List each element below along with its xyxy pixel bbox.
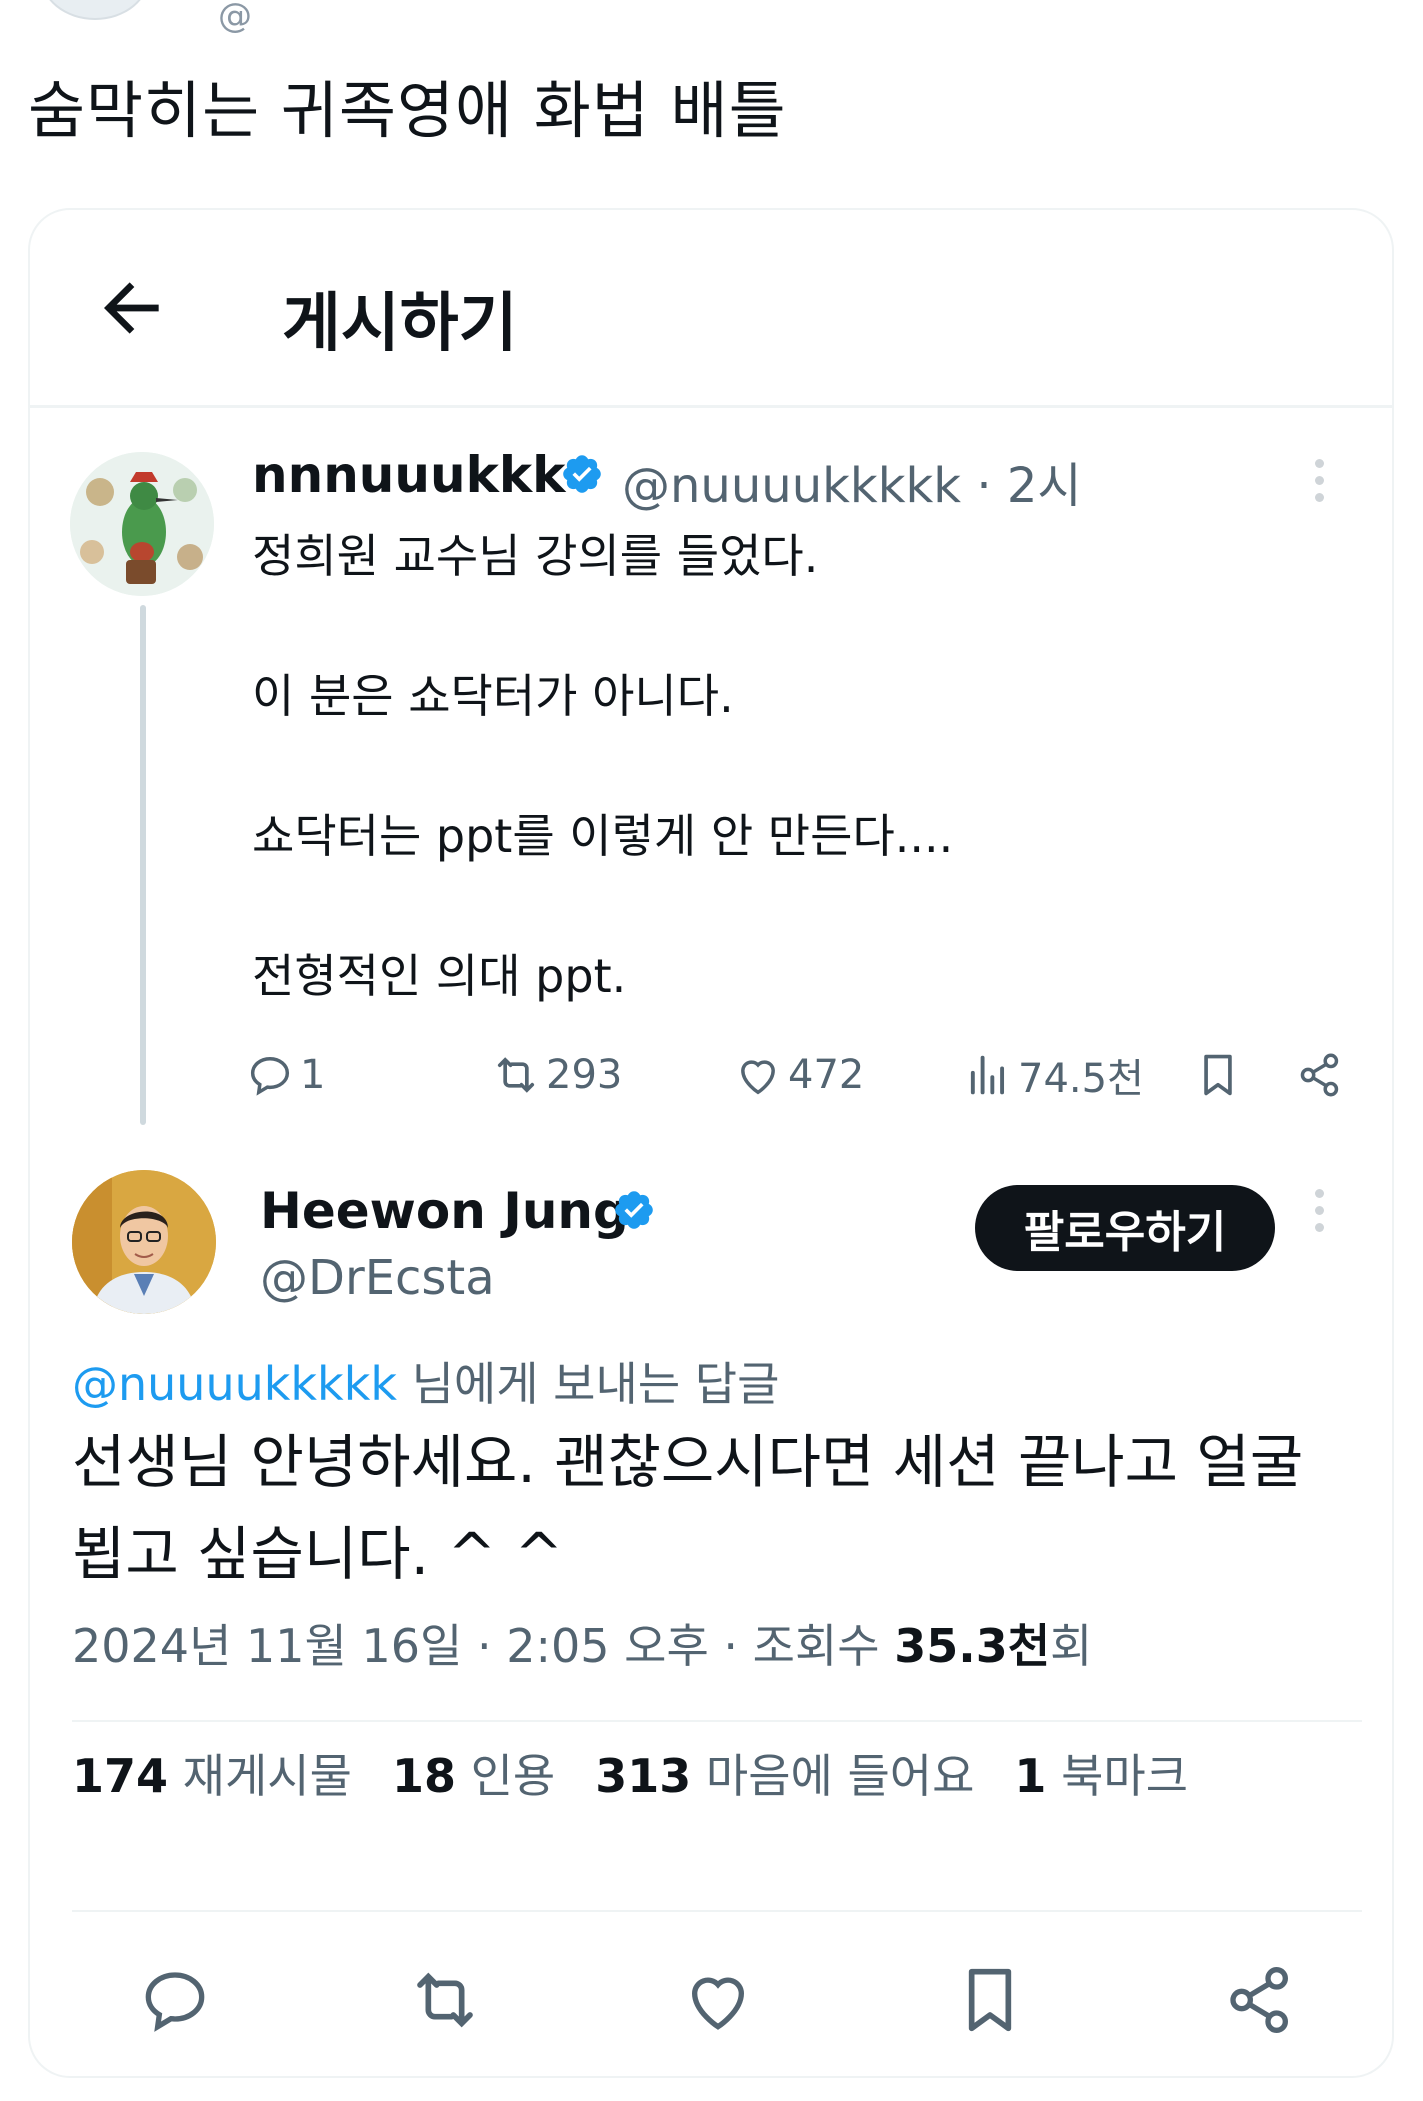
page-title: 게시하기 [282, 287, 518, 361]
quotes-count: 18 [391, 1749, 456, 1803]
tweet-actions: 1 293 472 74.5천 [250, 1040, 1372, 1110]
more-options-button[interactable] [1309, 1185, 1329, 1239]
heart-icon [691, 1977, 745, 2030]
author-name[interactable]: Heewon Jung [260, 1182, 629, 1240]
follow-button[interactable]: 팔로우하기 [975, 1185, 1275, 1271]
quotes-stat[interactable]: 18 인용 [392, 1749, 555, 1803]
tweet-text-line: 전형적인 의대 ppt. [252, 949, 627, 1003]
bookmarks-count: 1 [1014, 1749, 1047, 1803]
views-button[interactable]: 74.5천 [962, 1040, 1144, 1110]
repost-icon [497, 1057, 535, 1093]
repost-button[interactable]: 293 [490, 1040, 622, 1110]
share-icon [1300, 1053, 1339, 1097]
reposts-count: 174 [72, 1749, 169, 1803]
repost-icon [417, 1972, 473, 2028]
reply-button[interactable]: 1 [244, 1040, 325, 1110]
share-icon [1230, 1967, 1288, 2033]
replying-to-suffix: 님에게 보내는 답글 [396, 1357, 780, 1411]
card-header: 게시하기 [30, 210, 1392, 408]
likes-stat[interactable]: 313 마음에 들어요 [595, 1749, 974, 1803]
repost-count: 293 [546, 1052, 623, 1098]
tweet-actions-bar [30, 1950, 1392, 2050]
post-headline: 숨막히는 귀족영애 화법 배틀 [28, 74, 787, 147]
like-count: 472 [788, 1052, 865, 1098]
tweet-view-suffix: 회 [1050, 1619, 1093, 1673]
like-button[interactable]: 472 [732, 1040, 864, 1110]
like-button[interactable] [668, 1950, 768, 2050]
bookmark-icon [968, 1968, 1012, 2032]
tweet-view-count: 35.3천 [894, 1619, 1051, 1673]
bird-illustration-icon [70, 452, 214, 596]
reply-icon [250, 1057, 290, 1096]
reposts-stat[interactable]: 174 재게시물 [72, 1749, 352, 1803]
verified-badge [560, 452, 604, 496]
likes-label: 마음에 들어요 [705, 1749, 975, 1803]
person-photo-icon [72, 1170, 216, 1314]
reply-button[interactable] [125, 1950, 225, 2050]
view-count: 74.5천 [1018, 1056, 1144, 1102]
reposts-label: 재게시물 [182, 1749, 352, 1803]
tweet-timestamp[interactable]: 2024년 11월 16일 · 2:05 오후 · 조회수 [72, 1619, 894, 1673]
previous-handle[interactable]: @ [218, 0, 252, 36]
embedded-screenshot-card: 게시하기 nnnuuukkk @nuuuukkkkk · 2시 정희원 교수님 … [28, 208, 1394, 2078]
bookmark-button[interactable] [940, 1950, 1040, 2050]
author-handle-time[interactable]: @nuuuukkkkk · 2시 [622, 446, 1082, 516]
bookmarks-label: 북마크 [1061, 1749, 1189, 1803]
avatar[interactable] [70, 452, 214, 596]
replying-to-handle[interactable]: @nuuuukkkkk [72, 1357, 397, 1411]
heart-icon [741, 1060, 775, 1095]
more-options-button[interactable] [1309, 455, 1329, 509]
tweet-text-line: 이 분은 쇼닥터가 아니다. [252, 669, 734, 723]
share-button[interactable] [1210, 1950, 1310, 2050]
arrow-left-icon [104, 282, 159, 334]
divider [72, 1910, 1362, 1912]
views-icon [970, 1055, 1005, 1095]
previous-avatar[interactable] [40, 0, 150, 20]
share-button[interactable] [1294, 1040, 1346, 1110]
more-vertical-icon [1314, 1189, 1324, 1198]
bookmark-button[interactable] [1192, 1040, 1244, 1110]
post-time[interactable]: · 2시 [976, 458, 1081, 514]
engagement-stats: 174 재게시물 18 인용 313 마음에 들어요 1 북마크 [72, 1740, 1188, 1806]
tweet-meta: 2024년 11월 16일 · 2:05 오후 · 조회수 35.3천회 [72, 1610, 1092, 1676]
bookmark-icon [1204, 1054, 1232, 1096]
tweet-text-line: 쇼닥터는 ppt를 이렇게 안 만든다.... [252, 809, 954, 863]
more-vertical-icon [1314, 459, 1324, 468]
author-handle[interactable]: @nuuuukkkkk [622, 458, 961, 514]
reply-count: 1 [300, 1052, 326, 1098]
quotes-label: 인용 [470, 1749, 556, 1803]
verified-badge-icon [615, 1191, 653, 1229]
avatar[interactable] [72, 1170, 216, 1314]
tweet-text: 선생님 안녕하세요. 괜찮으시다면 세션 끝나고 얼굴 뵙고 싶습니다. ^ ^ [72, 1428, 1304, 1588]
thread-connector [140, 605, 146, 1125]
verified-badge [612, 1188, 656, 1232]
back-button[interactable] [92, 268, 172, 348]
replying-to: @nuuuukkkkk 님에게 보내는 답글 [72, 1348, 779, 1414]
likes-count: 313 [595, 1749, 692, 1803]
divider [72, 1720, 1362, 1722]
bookmarks-stat[interactable]: 1 북마크 [1014, 1749, 1188, 1803]
tweet-text-line: 정희원 교수님 강의를 들었다. [252, 529, 819, 583]
author-handle[interactable]: @DrEcsta [260, 1250, 495, 1306]
repost-button[interactable] [395, 1950, 495, 2050]
reply-icon [145, 1972, 205, 2032]
author-name[interactable]: nnnuuukkk [252, 446, 565, 504]
verified-badge-icon [563, 455, 601, 493]
